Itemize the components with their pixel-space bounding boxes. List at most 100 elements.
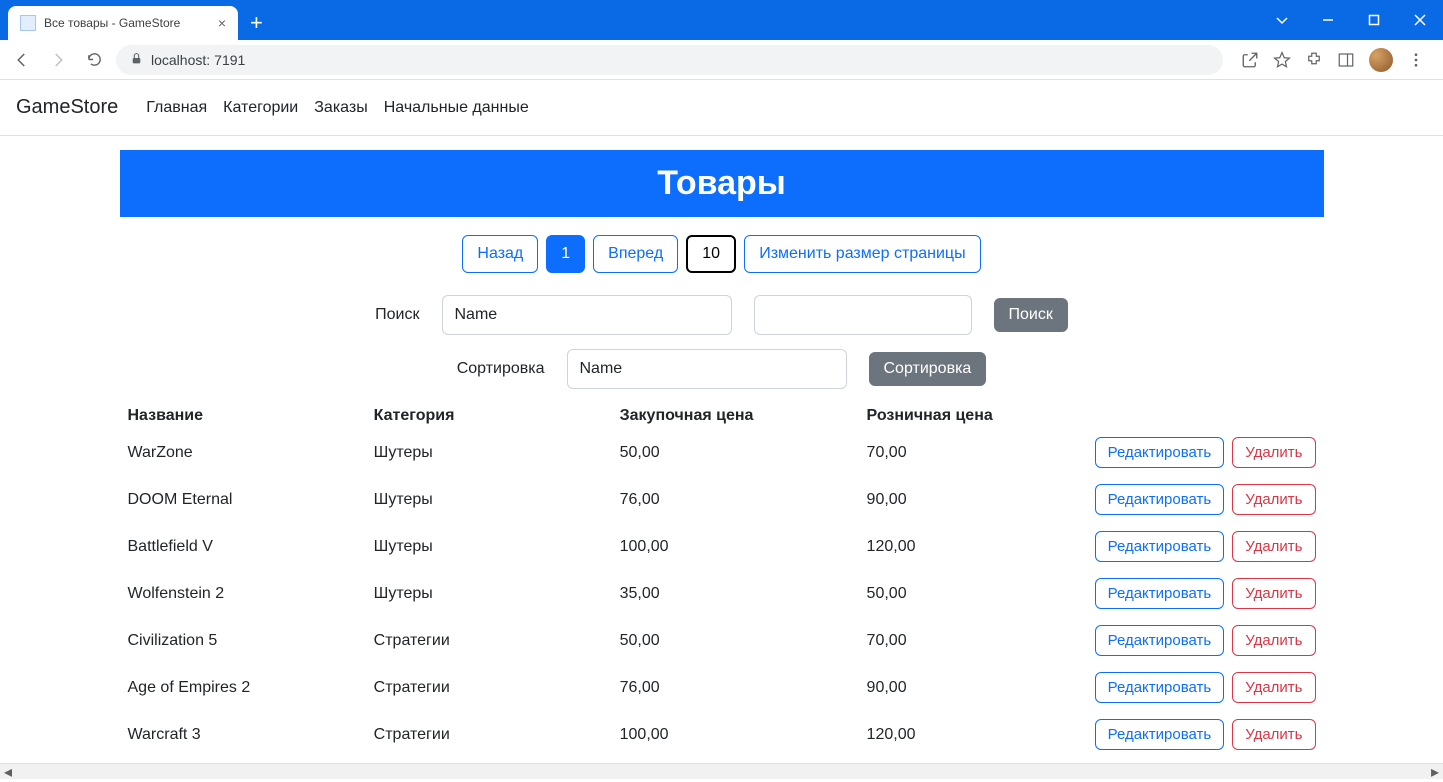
delete-button[interactable]: Удалить xyxy=(1232,578,1315,609)
cell-purchase: 50,00 xyxy=(612,617,859,664)
maximize-button[interactable] xyxy=(1351,0,1397,40)
cell-name: DOOM Eternal xyxy=(120,476,366,523)
forward-button[interactable] xyxy=(44,46,72,74)
table-row: Battlefield VШутеры100,00120,00 Редактиро… xyxy=(120,523,1324,570)
table-row: WarZoneШутеры50,0070,00РедактироватьУдал… xyxy=(120,429,1324,476)
sort-label: Сортировка xyxy=(457,360,545,378)
delete-button[interactable]: Удалить xyxy=(1232,437,1315,468)
page-1-button[interactable]: 1 xyxy=(546,235,585,273)
edit-button[interactable]: Редактировать xyxy=(1095,578,1225,609)
omnibox[interactable]: localhost:7191 xyxy=(116,45,1223,75)
side-panel-icon[interactable] xyxy=(1337,51,1355,69)
cell-name: Age of Empires 2 xyxy=(120,664,366,711)
page-title: Товары xyxy=(120,150,1324,217)
table-row: Wolfenstein 2Шутеры35,0050,00 Редактирова… xyxy=(120,570,1324,617)
next-page-button[interactable]: Вперед xyxy=(593,235,678,273)
window-controls xyxy=(1259,0,1443,40)
cell-name: Battlefield V xyxy=(120,523,366,570)
products-table: Название Категория Закупочная цена Розни… xyxy=(120,403,1324,763)
search-query-input[interactable] xyxy=(754,295,972,335)
page-viewport[interactable]: GameStore Главная Категории Заказы Начальны… xyxy=(0,80,1443,763)
browser-chrome: Все товары - GameStore × + localhost:719… xyxy=(0,0,1443,80)
close-window-button[interactable] xyxy=(1397,0,1443,40)
back-button[interactable] xyxy=(8,46,36,74)
avatar[interactable] xyxy=(1369,48,1393,72)
toolbar-right xyxy=(1231,48,1435,72)
edit-button[interactable]: Редактировать xyxy=(1095,672,1225,703)
cell-purchase: 50,00 xyxy=(612,429,859,476)
url-port: 7191 xyxy=(214,52,245,68)
brand[interactable]: GameStore xyxy=(16,96,118,119)
nav-link-2[interactable]: Заказы xyxy=(314,99,367,116)
cell-retail: 50,00 xyxy=(859,570,1087,617)
cell-purchase: 76,00 xyxy=(612,664,859,711)
delete-button[interactable]: Удалить xyxy=(1232,625,1315,656)
cell-category: Шутеры xyxy=(366,476,612,523)
horizontal-scrollbar[interactable]: ◂ ▸ xyxy=(0,763,1443,779)
table-row: Civilization 5Стратегии50,0070,00 Редакти… xyxy=(120,617,1324,664)
edit-button[interactable]: Редактировать xyxy=(1095,531,1225,562)
search-button[interactable]: Поиск xyxy=(994,298,1068,332)
search-field-select[interactable] xyxy=(442,295,732,335)
col-header-category: Категория xyxy=(366,403,612,429)
edit-button[interactable]: Редактировать xyxy=(1095,484,1225,515)
pagination: Назад 1 Вперед Изменить размер страницы xyxy=(120,235,1324,273)
browser-tab[interactable]: Все товары - GameStore × xyxy=(8,6,238,40)
delete-button[interactable]: Удалить xyxy=(1232,484,1315,515)
cell-retail: 120,00 xyxy=(859,711,1087,758)
cell-category: Стратегии xyxy=(366,664,612,711)
new-tab-button[interactable]: + xyxy=(238,10,275,40)
edit-button[interactable]: Редактировать xyxy=(1095,437,1225,468)
search-label: Поиск xyxy=(375,306,419,324)
reload-button[interactable] xyxy=(80,46,108,74)
nav-link-3[interactable]: Начальные данные xyxy=(384,99,529,116)
site-navbar: GameStore Главная Категории Заказы Начальны… xyxy=(0,80,1443,136)
close-tab-icon[interactable]: × xyxy=(218,15,226,31)
cell-purchase: 100,00 xyxy=(612,711,859,758)
chevron-down-icon[interactable] xyxy=(1259,0,1305,40)
cell-category: Стратегии xyxy=(366,617,612,664)
star-icon[interactable] xyxy=(1273,51,1291,69)
scroll-left-icon[interactable]: ◂ xyxy=(0,764,16,780)
cell-name: Civilization 5 xyxy=(120,617,366,664)
delete-button[interactable]: Удалить xyxy=(1232,531,1315,562)
url-host: localhost: xyxy=(151,52,210,68)
edit-button[interactable]: Редактировать xyxy=(1095,625,1225,656)
sort-button[interactable]: Сортировка xyxy=(869,352,987,386)
nav-link-0[interactable]: Главная xyxy=(146,99,207,116)
search-row: Поиск Поиск xyxy=(120,295,1324,335)
nav-link-1[interactable]: Категории xyxy=(223,99,298,116)
cell-purchase: 100,00 xyxy=(612,523,859,570)
delete-button[interactable]: Удалить xyxy=(1232,672,1315,703)
edit-button[interactable]: Редактировать xyxy=(1095,719,1225,750)
minimize-button[interactable] xyxy=(1305,0,1351,40)
cell-retail: 70,00 xyxy=(859,617,1087,664)
cell-purchase: 35,00 xyxy=(612,570,859,617)
menu-icon[interactable] xyxy=(1407,51,1425,69)
favicon-icon xyxy=(20,15,36,31)
scroll-right-icon[interactable]: ▸ xyxy=(1427,764,1443,780)
table-row: DOOM EternalШутеры76,0090,00 Редактироват… xyxy=(120,476,1324,523)
cell-retail: 90,00 xyxy=(859,476,1087,523)
cell-category: Стратегии xyxy=(366,711,612,758)
extensions-icon[interactable] xyxy=(1305,51,1323,69)
prev-page-button[interactable]: Назад xyxy=(462,235,538,273)
cell-category: Шутеры xyxy=(366,570,612,617)
page-size-input[interactable] xyxy=(686,235,736,273)
lock-icon xyxy=(130,52,143,68)
table-row: Warcraft 3Стратегии100,00120,00 Редактиро… xyxy=(120,711,1324,758)
cell-category: Шутеры xyxy=(366,523,612,570)
cell-retail: 120,00 xyxy=(859,523,1087,570)
sort-row: Сортировка Сортировка xyxy=(120,349,1324,389)
cell-retail: 70,00 xyxy=(859,429,1087,476)
sort-field-select[interactable] xyxy=(567,349,847,389)
cell-name: Warcraft 3 xyxy=(120,711,366,758)
cell-name: Wolfenstein 2 xyxy=(120,570,366,617)
change-page-size-button[interactable]: Изменить размер страницы xyxy=(744,235,980,273)
delete-button[interactable]: Удалить xyxy=(1232,719,1315,750)
cell-name: WarZone xyxy=(120,429,366,476)
cell-purchase: 76,00 xyxy=(612,476,859,523)
col-header-retail: Розничная цена xyxy=(859,403,1087,429)
table-row: Age of Empires 2Стратегии76,0090,00Редак… xyxy=(120,664,1324,711)
share-icon[interactable] xyxy=(1241,51,1259,69)
